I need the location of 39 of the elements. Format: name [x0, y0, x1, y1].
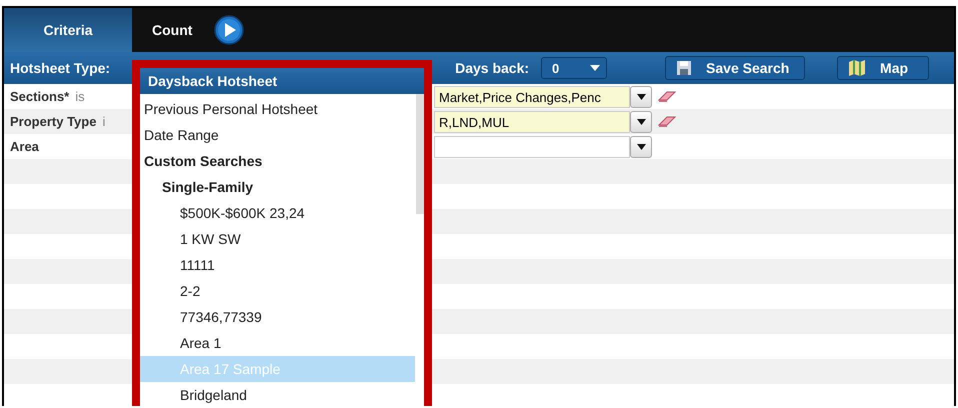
hotsheet-type-select[interactable]: Daysback Hotsheet: [140, 68, 424, 94]
dropdown-option[interactable]: Bridgeland: [140, 382, 415, 406]
scrollbar[interactable]: [416, 94, 424, 214]
dropdown-option[interactable]: Previous Personal Hotsheet: [140, 96, 415, 122]
criteria-field[interactable]: [434, 136, 630, 158]
dropdown-button[interactable]: [630, 86, 652, 108]
caret-icon: [636, 144, 646, 150]
criteria-field[interactable]: R,LND,MUL: [434, 110, 630, 132]
dropdown-button[interactable]: [630, 110, 652, 132]
map-button[interactable]: Map: [837, 56, 930, 80]
criteria-label: Sections*: [10, 89, 70, 104]
operator-label: i: [102, 114, 106, 129]
dropdown-option[interactable]: 2-2: [140, 278, 415, 304]
criteria-label: Area: [10, 139, 39, 154]
criteria-label: Property Type: [10, 114, 96, 129]
tab[interactable]: Criteria: [4, 8, 132, 52]
dropdown-option[interactable]: 1 KW SW: [140, 226, 415, 252]
eraser-icon[interactable]: [658, 114, 676, 128]
hotsheet-label: Hotsheet Type:: [10, 60, 110, 76]
play-icon[interactable]: [214, 15, 244, 45]
dropdown-option[interactable]: 77346,77339: [140, 304, 415, 330]
operator-label: is: [75, 89, 85, 104]
dropdown-option[interactable]: $500K-$600K 23,24: [140, 200, 415, 226]
caret-icon: [590, 65, 600, 71]
save-search-button[interactable]: Save Search: [665, 56, 806, 80]
criteria-field[interactable]: Market,Price Changes,Penc: [434, 86, 630, 108]
group-heading: Single-Family: [161, 178, 254, 197]
dropdown-option[interactable]: Area 1: [140, 330, 415, 356]
group-heading: Custom Searches: [143, 152, 264, 171]
dropdown-button[interactable]: [630, 136, 652, 158]
caret-icon: [636, 118, 646, 124]
eraser-icon[interactable]: [658, 90, 676, 104]
days-back-label: Days back:: [455, 60, 530, 76]
tab[interactable]: Count: [132, 8, 212, 52]
caret-icon: [636, 94, 646, 100]
days-back-select[interactable]: 0: [541, 57, 608, 79]
dropdown-option[interactable]: Date Range: [140, 122, 415, 148]
map-icon: [848, 60, 866, 76]
dropdown-option[interactable]: 11111: [140, 252, 415, 278]
